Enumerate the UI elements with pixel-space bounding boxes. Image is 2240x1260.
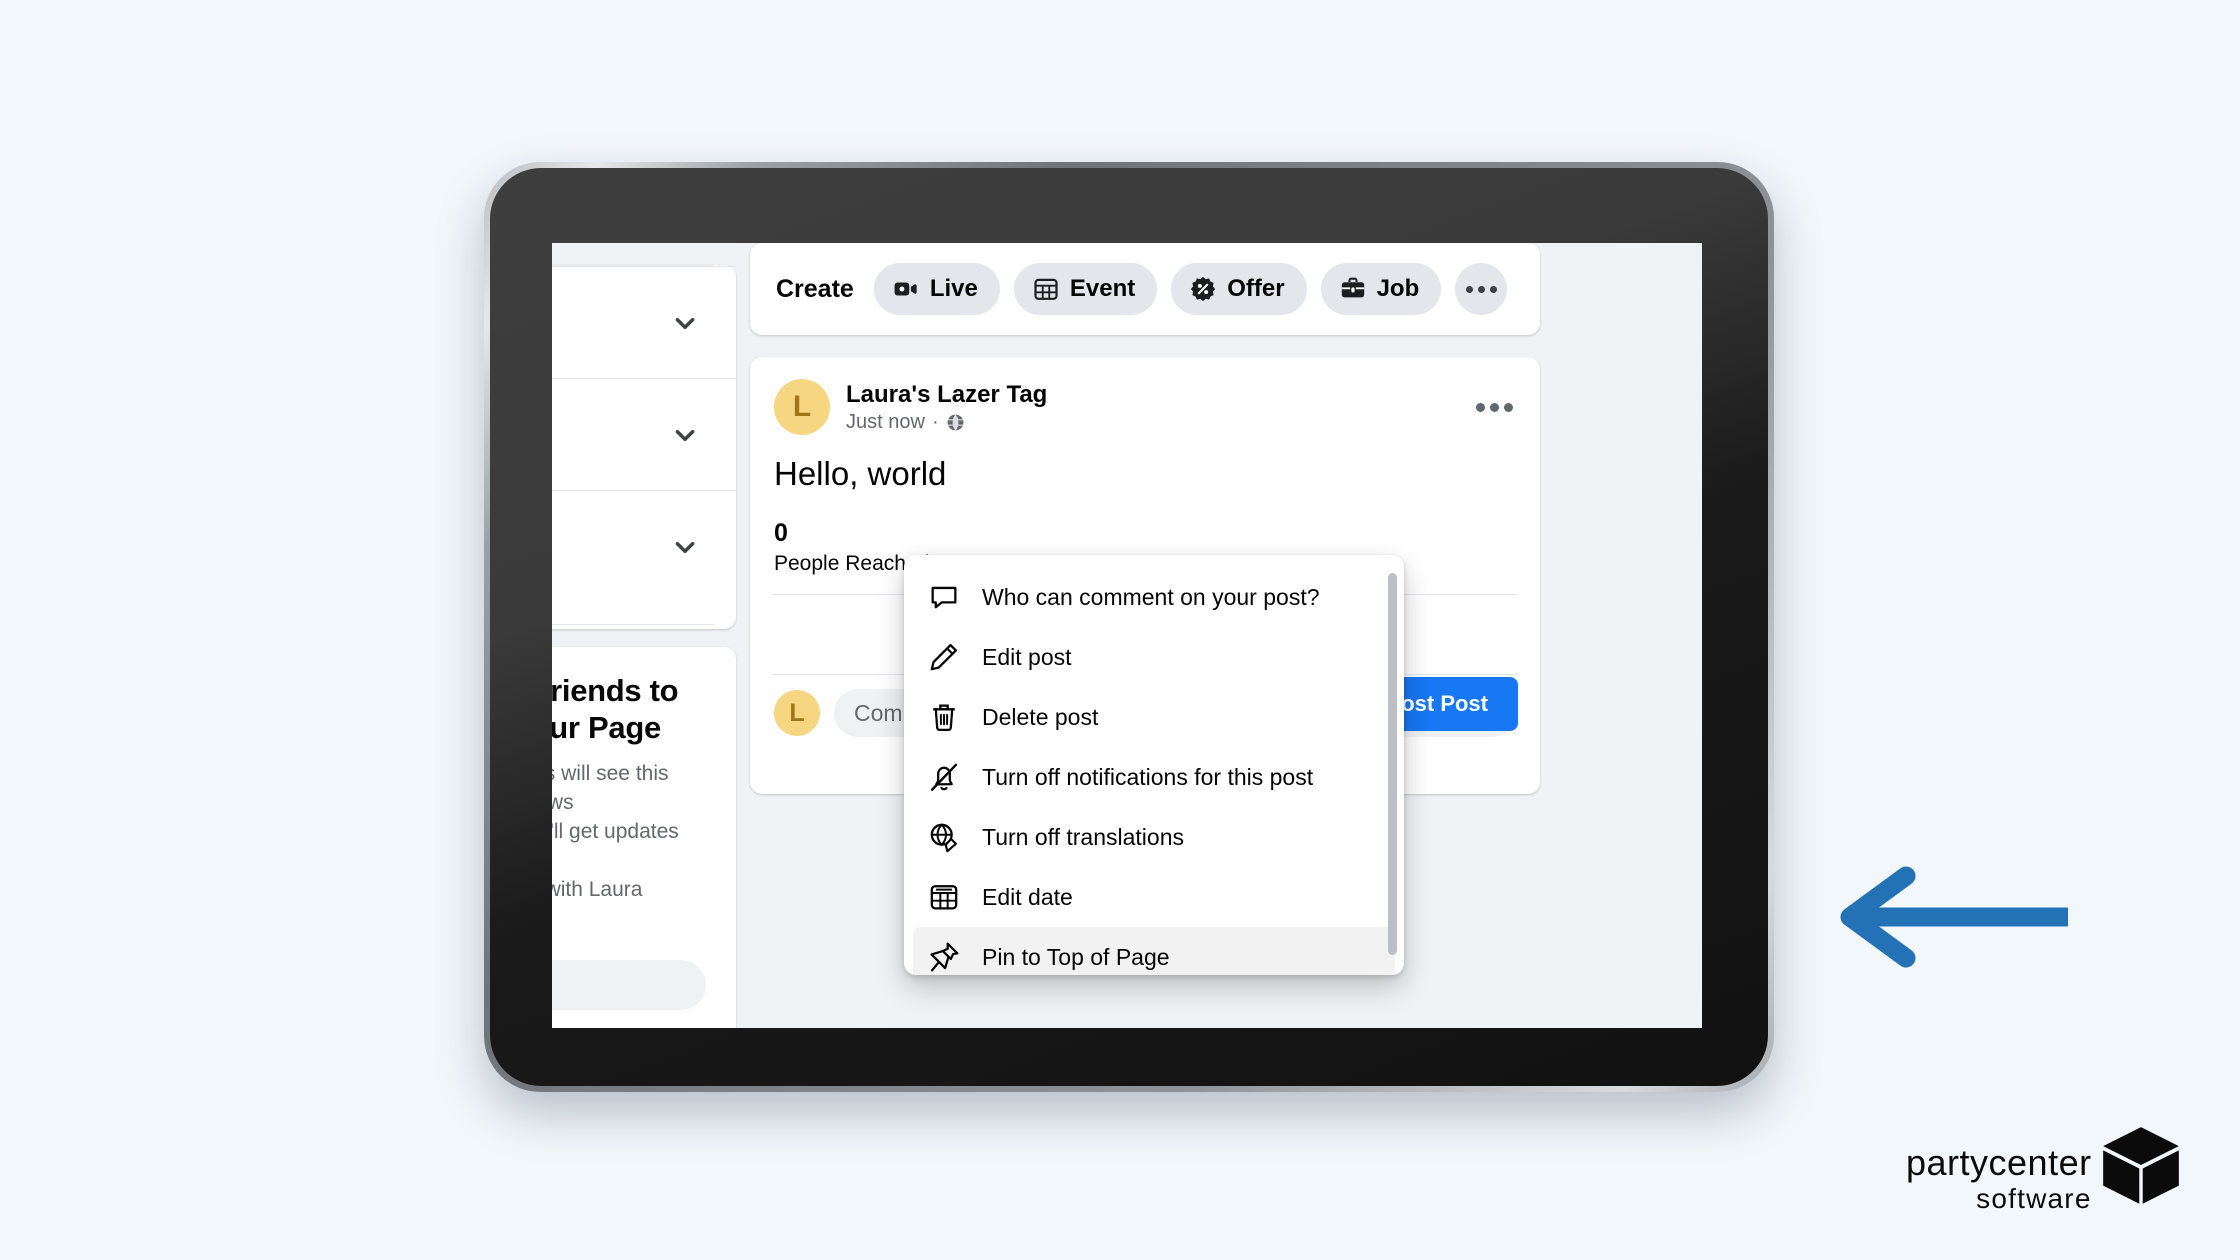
meta-separator: · [931,411,939,434]
invite-body-line-1: Your friends will see this Page in News [552,762,669,815]
create-event-button[interactable]: Event [1013,263,1158,315]
post-header: L Laura's Lazer Tag Just now · [750,357,1540,443]
comment-bubble-icon [927,580,961,614]
create-live-button[interactable]: Live [873,263,1000,315]
invite-card-body: Your friends will see this Page in News … [552,760,706,934]
post-author-name[interactable]: Laura's Lazer Tag [846,380,1047,409]
bell-slash-icon [927,760,961,794]
globe-pencil-icon [927,820,961,854]
menu-item-edit-post[interactable]: Edit post [913,627,1395,687]
menu-item-edit-date[interactable]: Edit date [913,867,1395,927]
ellipsis-icon [1465,285,1497,293]
menu-item-pin-to-top-of-page[interactable]: Pin to Top of Page [913,927,1395,975]
pencil-icon [927,640,961,674]
create-offer-label: Offer [1227,275,1285,302]
divider [552,624,714,625]
facebook-page-view: Invite Friends to Like Your Page Your fr… [552,243,1702,1028]
post-meta: Just now · [846,411,1047,434]
menu-item-label: Edit post [982,643,1072,670]
menu-item-label: Edit date [982,883,1073,910]
avatar: L [774,690,820,737]
tablet-bezel: Invite Friends to Like Your Page Your fr… [490,168,1768,1086]
sidebar-section-2[interactable] [552,378,736,490]
invite-friends-card: Invite Friends to Like Your Page Your fr… [552,647,736,1028]
people-reached-value: 0 [774,519,788,548]
brand-name-line-2: software [1976,1183,2092,1214]
screenshot-root: Invite Friends to Like Your Page Your fr… [0,0,2240,1260]
invite-card-title: Invite Friends to Like Your Page [552,673,679,745]
brand-logo-text: partycenter software [1906,1145,2092,1213]
cube-icon [2098,1122,2184,1213]
menu-item-label: Delete post [982,703,1099,730]
create-live-label: Live [929,275,978,302]
post-options-button[interactable] [1470,383,1518,431]
create-label: Create [776,274,854,303]
brand-logo: partycenter software [1906,1122,2184,1213]
invite-search-input[interactable] [552,959,706,1010]
calendar-icon [1032,275,1060,303]
menu-item-label: Turn off notifications for this post [982,763,1314,790]
briefcase-icon [1339,275,1367,303]
create-toolbar: Create Live Event Offer Job [750,243,1540,335]
menu-item-delete-post[interactable]: Delete post [913,687,1395,747]
annotation-arrow [1828,862,2076,977]
calendar-icon [927,880,961,914]
post-body-text: Hello, world [774,455,947,492]
globe-icon [946,413,965,432]
sidebar-section-1[interactable] [552,266,736,378]
menu-item-label: Who can comment on your post? [982,583,1320,610]
trash-icon [927,700,961,734]
ellipsis-icon [1475,402,1513,412]
menu-item-turn-off-notifications[interactable]: Turn off notifications for this post [913,747,1395,807]
create-offer-button[interactable]: Offer [1171,263,1307,315]
create-job-label: Job [1376,275,1420,302]
chevron-down-icon[interactable] [672,422,698,448]
menu-item-turn-off-translations[interactable]: Turn off translations [913,807,1395,867]
post-options-menu: Who can comment on your post? Edit post [904,555,1404,975]
post-timestamp: Just now [846,411,925,434]
create-event-label: Event [1069,275,1136,302]
menu-item-label: Turn off translations [982,823,1184,850]
menu-item-who-can-comment[interactable]: Who can comment on your post? [913,567,1395,627]
create-more-button[interactable] [1455,263,1508,315]
invite-body-line-2: Feed. They'll get updates and share [552,820,679,844]
menu-item-label: Pin to Top of Page [982,943,1170,970]
post-options-menu-scroll: Who can comment on your post? Edit post [913,567,1397,975]
create-job-button[interactable]: Job [1320,263,1442,315]
avatar: L [774,379,830,435]
chevron-down-icon[interactable] [672,310,698,336]
video-camera-icon [892,275,920,303]
offer-badge-icon [1189,275,1217,303]
sidebar-accordion-card [552,265,736,629]
brand-name-line-1: partycenter [1906,1142,2092,1183]
left-sidebar: Invite Friends to Like Your Page Your fr… [552,243,736,1028]
pin-icon [927,940,961,974]
chevron-down-icon[interactable] [672,534,698,560]
tablet-device-frame: Invite Friends to Like Your Page Your fr… [484,162,1774,1092]
menu-scrollbar[interactable] [1388,573,1397,955]
tablet-screen: Invite Friends to Like Your Page Your fr… [552,243,1702,1028]
left-arrow-icon [1840,866,2076,968]
sidebar-section-3[interactable] [552,490,736,602]
invite-body-line-3: your Page with Laura Cañellas. [552,878,643,902]
post-author-block: Laura's Lazer Tag Just now · [846,380,1047,434]
